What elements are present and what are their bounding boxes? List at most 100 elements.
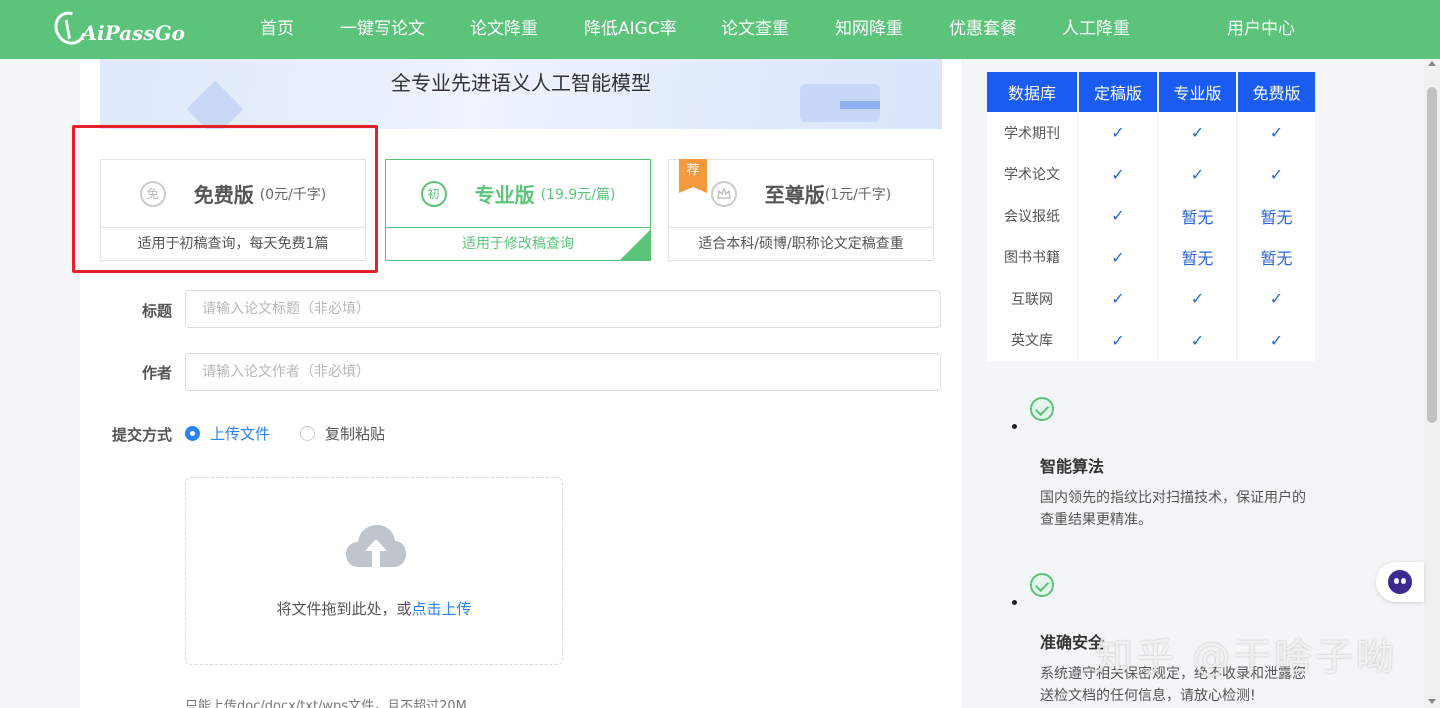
check-icon: ✓ xyxy=(1238,112,1315,154)
plan-price: (19.9元/篇) xyxy=(540,186,616,203)
main-panel: 全专业先进语义人工智能模型 免 免费版 (0元/千字) 适用于初稿查询，每天免费… xyxy=(72,59,962,708)
radio-upload-file[interactable] xyxy=(185,426,200,441)
feature-title: 智能算法 xyxy=(1040,457,1105,476)
check-icon: ✓ xyxy=(1079,195,1157,237)
table-header: 定稿版 xyxy=(1079,72,1157,112)
nav-cnki-rewrite[interactable]: 知网降重 xyxy=(835,0,903,59)
feature-desc: 国内领先的指纹比对扫描技术，保证用户的查重结果更精准。 xyxy=(1040,490,1306,528)
upload-instruction: 将文件拖到此处，或点击上传 xyxy=(186,598,562,619)
banner-title: 全专业先进语义人工智能模型 xyxy=(391,71,651,95)
click-upload-link[interactable]: 点击上传 xyxy=(412,600,472,618)
table-cell: 会议报纸 xyxy=(987,195,1077,237)
plan-desc: 适合本科/硕博/职称论文定稿查重 xyxy=(669,227,933,261)
nav-rewrite[interactable]: 论文降重 xyxy=(470,0,538,59)
selected-corner-icon xyxy=(620,230,650,260)
right-sidebar: 数据库 定稿版 专业版 免费版 学术期刊 ✓ ✓ ✓ 学术论文 ✓ ✓ ✓ 会议… xyxy=(962,59,1424,708)
check-icon: ✓ xyxy=(1079,236,1157,278)
radio-copy-paste[interactable] xyxy=(300,426,316,441)
title-label: 标题 xyxy=(142,302,173,320)
plan-name: 免费版 xyxy=(193,183,254,207)
table-row: 互联网 ✓ ✓ ✓ xyxy=(987,278,1315,320)
table-row: 会议报纸 ✓ 暂无 暂无 xyxy=(987,195,1315,237)
table-cell: 暂无 xyxy=(1159,236,1236,278)
table-row: 学术期刊 ✓ ✓ ✓ xyxy=(987,112,1315,154)
plan-card-header: 免 免费版 (0元/千字) xyxy=(101,160,365,227)
plan-card-premium[interactable]: 荐 至尊版 (1元/千字) 适合本科/硕博/职称论文定稿查重 xyxy=(668,159,934,261)
free-icon: 免 xyxy=(139,180,166,207)
author-input[interactable] xyxy=(185,353,941,391)
radio-upload-file-label[interactable]: 上传文件 xyxy=(210,423,270,444)
check-icon: ✓ xyxy=(1238,319,1315,361)
table-header: 免费版 xyxy=(1238,72,1315,112)
table-cell: 暂无 xyxy=(1238,195,1315,237)
plan-desc: 适用于修改稿查询 xyxy=(386,227,650,261)
nav-user-center[interactable]: 用户中心 xyxy=(1227,0,1295,59)
cloud-upload-icon xyxy=(346,525,406,567)
table-header: 专业版 xyxy=(1159,72,1236,112)
table-row: 图书书籍 ✓ 暂无 暂无 xyxy=(987,236,1315,278)
nav-home[interactable]: 首页 xyxy=(260,0,294,59)
plan-desc: 适用于初稿查询，每天免费1篇 xyxy=(101,227,365,261)
table-cell: 学术论文 xyxy=(987,153,1077,195)
robot-face-icon xyxy=(1388,570,1412,594)
scroll-up-arrow-icon[interactable] xyxy=(1428,61,1436,66)
table-header-row: 数据库 定稿版 专业版 免费版 xyxy=(987,72,1315,112)
plan-name: 专业版 xyxy=(474,183,535,207)
check-icon: ✓ xyxy=(1079,319,1157,361)
shield-check-icon xyxy=(1030,397,1054,421)
table-row: 英文库 ✓ ✓ ✓ xyxy=(987,319,1315,361)
check-icon: ✓ xyxy=(1079,153,1157,195)
table-cell: 学术期刊 xyxy=(987,112,1077,154)
check-icon: ✓ xyxy=(1079,112,1157,154)
crown-icon xyxy=(710,180,737,207)
check-icon: ✓ xyxy=(1159,112,1236,154)
nav-packages[interactable]: 优惠套餐 xyxy=(949,0,1017,59)
table-cell: 暂无 xyxy=(1238,236,1315,278)
plan-card-free[interactable]: 免 免费版 (0元/千字) 适用于初稿查询，每天免费1篇 xyxy=(100,159,366,261)
nav-plagiarism-check[interactable]: 论文查重 xyxy=(721,0,789,59)
check-icon: ✓ xyxy=(1238,278,1315,320)
watermark: 知乎 @干啥子呦 xyxy=(1095,635,1398,679)
banner-decoration xyxy=(840,101,880,109)
check-icon: ✓ xyxy=(1159,319,1236,361)
scrollbar-thumb[interactable] xyxy=(1427,87,1437,423)
banner: 全专业先进语义人工智能模型 xyxy=(100,59,942,129)
nav-manual-rewrite[interactable]: 人工降重 xyxy=(1062,0,1130,59)
floating-assistant-button[interactable] xyxy=(1376,562,1424,602)
plan-price: (1元/千字) xyxy=(824,186,892,203)
database-coverage-table: 数据库 定稿版 专业版 免费版 学术期刊 ✓ ✓ ✓ 学术论文 ✓ ✓ ✓ 会议… xyxy=(985,72,1317,361)
check-icon: ✓ xyxy=(1159,153,1236,195)
submit-method-label: 提交方式 xyxy=(112,426,173,444)
plan-name: 至尊版 xyxy=(764,183,825,207)
table-cell: 暂无 xyxy=(1159,195,1236,237)
top-navigation-bar: AiPassGo 首页 一键写论文 论文降重 降低AIGC率 论文查重 知网降重… xyxy=(0,0,1440,59)
plan-card-pro[interactable]: 初 专业版 (19.9元/篇) 适用于修改稿查询 xyxy=(385,159,651,261)
scroll-down-arrow-icon[interactable] xyxy=(1428,699,1436,704)
crown-icon xyxy=(716,187,731,199)
table-cell: 图书书籍 xyxy=(987,236,1077,278)
page-scrollbar[interactable] xyxy=(1424,59,1440,708)
title-input[interactable] xyxy=(185,290,941,328)
upload-hint: 只能上传doc/docx/txt/wps文件，且不超过20M xyxy=(185,699,467,708)
shield-check-icon xyxy=(1030,573,1054,597)
bullet-icon xyxy=(1012,600,1017,605)
plan-card-header: 至尊版 (1元/千字) xyxy=(669,160,933,227)
check-icon: ✓ xyxy=(1238,153,1315,195)
nav-write-paper[interactable]: 一键写论文 xyxy=(340,0,425,59)
pro-icon: 初 xyxy=(420,180,447,207)
plan-price: (0元/千字) xyxy=(259,186,327,203)
radio-copy-paste-label[interactable]: 复制粘贴 xyxy=(325,423,385,444)
table-cell: 互联网 xyxy=(987,278,1077,320)
bullet-icon xyxy=(1012,424,1017,429)
nav-reduce-aigc[interactable]: 降低AIGC率 xyxy=(584,0,677,59)
check-icon: ✓ xyxy=(1079,278,1157,320)
logo[interactable]: AiPassGo xyxy=(48,5,185,51)
author-label: 作者 xyxy=(142,364,173,382)
plan-card-header: 初 专业版 (19.9元/篇) xyxy=(386,160,650,227)
submit-method-radio-group: 上传文件 复制粘贴 xyxy=(185,423,415,444)
table-row: 学术论文 ✓ ✓ ✓ xyxy=(987,153,1315,195)
upload-text: 将文件拖到此处，或 xyxy=(276,600,412,618)
file-upload-dropzone[interactable]: 将文件拖到此处，或点击上传 xyxy=(185,477,563,665)
logo-text: AiPassGo xyxy=(81,21,185,45)
table-header: 数据库 xyxy=(987,72,1077,112)
